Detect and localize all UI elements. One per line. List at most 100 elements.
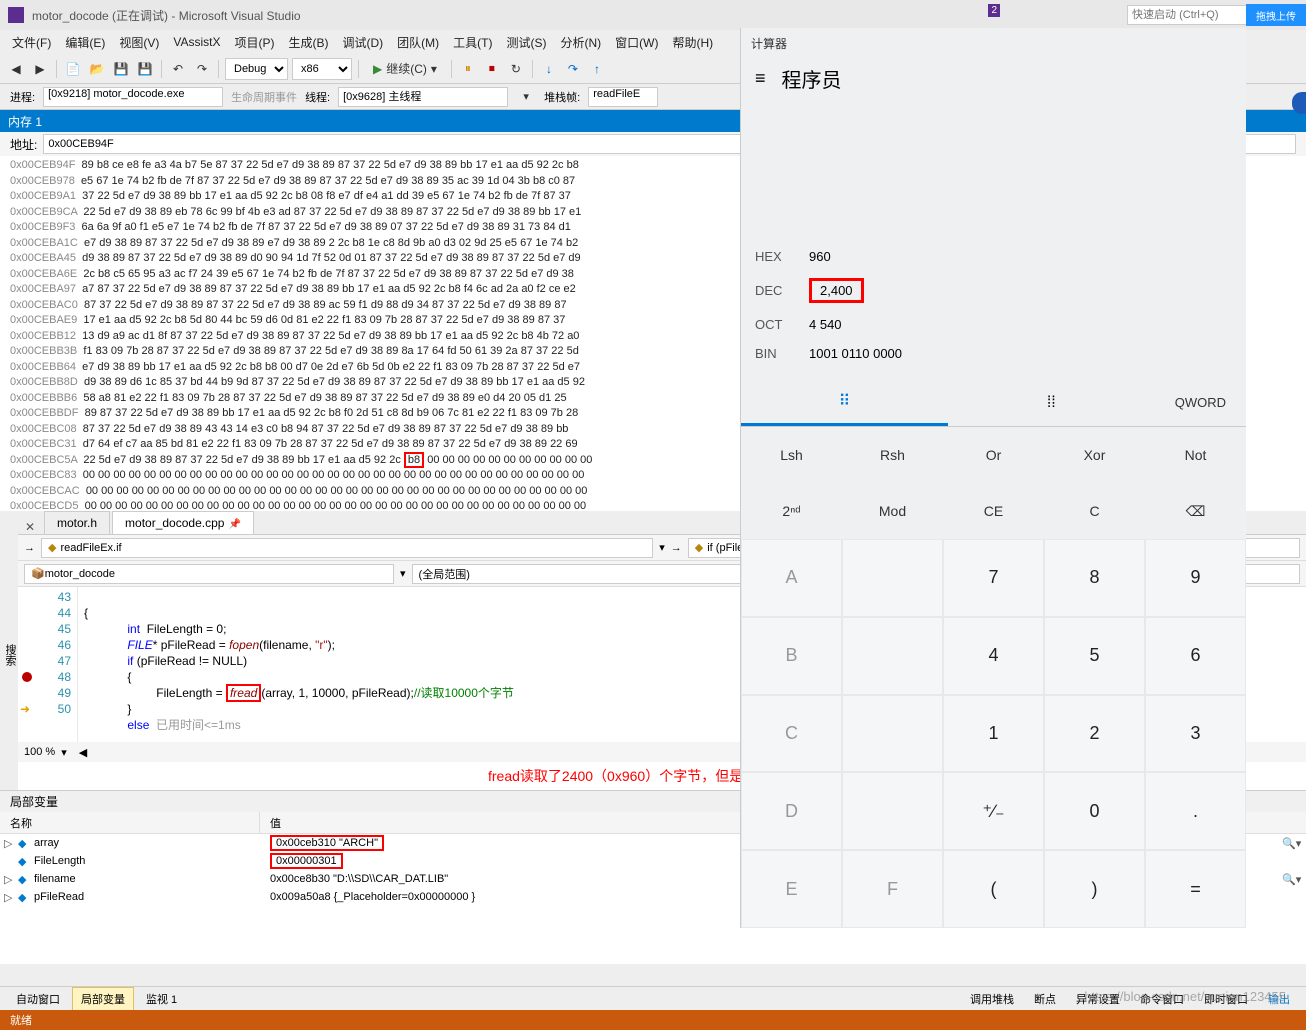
tab-callstack[interactable]: 调用堆栈 bbox=[962, 988, 1022, 1010]
calc-key[interactable]: = bbox=[1145, 850, 1246, 928]
process-select[interactable]: [0x9218] motor_docode.exe bbox=[43, 87, 223, 107]
calc-key[interactable]: 7 bbox=[943, 539, 1044, 617]
magnifier-icon[interactable]: 🔍▾ bbox=[1282, 837, 1302, 850]
step-into-icon[interactable]: ↓ bbox=[539, 59, 559, 79]
calc-key[interactable]: 2 bbox=[1044, 695, 1145, 773]
code-text[interactable]: { int FileLength = 0; FILE* pFileRead = … bbox=[78, 587, 520, 742]
nav-back-icon[interactable]: ◀ bbox=[6, 59, 26, 79]
expand-icon[interactable]: ▷ bbox=[4, 891, 18, 904]
menu-item[interactable]: 帮助(H) bbox=[666, 32, 719, 53]
stackframe-select[interactable]: readFileE bbox=[588, 87, 658, 107]
calc-key[interactable]: B bbox=[741, 617, 842, 695]
pin-icon[interactable]: 📌 bbox=[228, 519, 240, 530]
config-select[interactable]: Debug bbox=[225, 58, 288, 80]
func-button[interactable]: 2ⁿᵈ bbox=[741, 483, 842, 539]
menu-item[interactable]: 生成(B) bbox=[282, 32, 334, 53]
calc-key[interactable]: ) bbox=[1044, 850, 1145, 928]
menu-item[interactable]: 分析(N) bbox=[554, 32, 607, 53]
calc-key[interactable]: A bbox=[741, 539, 842, 617]
col-name[interactable]: 名称 bbox=[0, 812, 260, 833]
project-scope[interactable]: 📦 motor_docode bbox=[24, 564, 394, 584]
tab-locals[interactable]: 局部变量 bbox=[72, 987, 134, 1011]
menu-item[interactable]: 测试(S) bbox=[500, 32, 552, 53]
qword-button[interactable]: QWORD bbox=[1155, 379, 1246, 426]
bin-label[interactable]: BIN bbox=[755, 346, 789, 361]
bitop-button[interactable]: Or bbox=[943, 427, 1044, 483]
save-icon[interactable]: 💾 bbox=[111, 59, 131, 79]
magnifier-icon[interactable]: 🔍▾ bbox=[1282, 873, 1302, 886]
hex-label[interactable]: HEX bbox=[755, 249, 789, 264]
bitop-button[interactable]: Not bbox=[1145, 427, 1246, 483]
calc-key[interactable]: 0 bbox=[1044, 772, 1145, 850]
redo-icon[interactable]: ↷ bbox=[192, 59, 212, 79]
menu-item[interactable]: 窗口(W) bbox=[609, 32, 664, 53]
calc-key[interactable]: . bbox=[1145, 772, 1246, 850]
calc-key[interactable]: 5 bbox=[1044, 617, 1145, 695]
calc-key[interactable]: ( bbox=[943, 850, 1044, 928]
calc-key[interactable]: ⁺∕₋ bbox=[943, 772, 1044, 850]
zoom-level[interactable]: 100 % bbox=[24, 746, 55, 758]
step-over-icon[interactable]: ↷ bbox=[563, 59, 583, 79]
calc-key[interactable]: 6 bbox=[1145, 617, 1246, 695]
func-button[interactable]: Mod bbox=[842, 483, 943, 539]
dec-label[interactable]: DEC bbox=[755, 283, 789, 298]
new-icon[interactable]: 📄 bbox=[63, 59, 83, 79]
tab-motor-docode-cpp[interactable]: motor_docode.cpp📌 bbox=[112, 511, 254, 534]
keypad-view-button[interactable]: ⠿ bbox=[741, 379, 948, 426]
nav-scope-left[interactable]: ◆readFileEx.if bbox=[41, 538, 653, 558]
func-button[interactable]: C bbox=[1044, 483, 1145, 539]
calc-key[interactable]: 3 bbox=[1145, 695, 1246, 773]
bitop-button[interactable]: Rsh bbox=[842, 427, 943, 483]
menu-item[interactable]: 工具(T) bbox=[447, 32, 498, 53]
menu-item[interactable]: 调试(D) bbox=[336, 32, 389, 53]
open-icon[interactable]: 📂 bbox=[87, 59, 107, 79]
menu-item[interactable]: 编辑(E) bbox=[59, 32, 111, 53]
calc-key[interactable]: 8 bbox=[1044, 539, 1145, 617]
tab-breakpoints[interactable]: 断点 bbox=[1026, 988, 1064, 1010]
save-all-icon[interactable]: 💾 bbox=[135, 59, 155, 79]
bit-view-button[interactable]: ⁞⁞ bbox=[948, 379, 1155, 426]
calc-key[interactable]: 4 bbox=[943, 617, 1044, 695]
menu-item[interactable]: 项目(P) bbox=[228, 32, 280, 53]
filter-icon[interactable]: ▾ bbox=[516, 87, 536, 107]
func-button[interactable]: CE bbox=[943, 483, 1044, 539]
expand-icon[interactable]: ▷ bbox=[4, 837, 18, 850]
tab-watch1[interactable]: 监视 1 bbox=[138, 988, 185, 1010]
break-icon[interactable]: ⏸ bbox=[458, 59, 478, 79]
menu-item[interactable]: 文件(F) bbox=[6, 32, 57, 53]
undo-icon[interactable]: ↶ bbox=[168, 59, 188, 79]
breakpoint-icon[interactable] bbox=[22, 672, 32, 682]
nav-arrow-icon[interactable]: → bbox=[24, 542, 35, 554]
calc-key[interactable]: E bbox=[741, 850, 842, 928]
calc-key[interactable]: 9 bbox=[1145, 539, 1246, 617]
step-out-icon[interactable]: ↑ bbox=[587, 59, 607, 79]
platform-select[interactable]: x86 bbox=[292, 58, 352, 80]
restart-icon[interactable]: ↻ bbox=[506, 59, 526, 79]
search-sidebar-label[interactable]: 搜索 bbox=[0, 511, 18, 790]
window-title: motor_docode (正在调试) - Microsoft Visual S… bbox=[32, 7, 301, 24]
thread-select[interactable]: [0x9628] 主线程 bbox=[338, 87, 508, 107]
hamburger-icon[interactable]: ≡ bbox=[755, 68, 766, 89]
close-icon[interactable]: ✕ bbox=[18, 520, 42, 534]
expand-icon[interactable]: ▷ bbox=[4, 873, 18, 886]
calc-key[interactable]: C bbox=[741, 695, 842, 773]
calc-key[interactable]: 1 bbox=[943, 695, 1044, 773]
func-button[interactable]: ⌫ bbox=[1145, 483, 1246, 539]
tab-autos[interactable]: 自动窗口 bbox=[8, 988, 68, 1010]
nav-fwd-icon[interactable]: ▶ bbox=[30, 59, 50, 79]
nav-arrow-icon[interactable]: → bbox=[671, 542, 682, 554]
tab-motor-h[interactable]: motor.h bbox=[44, 511, 110, 534]
calc-key[interactable]: D bbox=[741, 772, 842, 850]
notification-badge[interactable]: 2 bbox=[988, 4, 1000, 17]
bitop-button[interactable]: Xor bbox=[1044, 427, 1145, 483]
calc-key[interactable]: F bbox=[842, 850, 943, 928]
menu-item[interactable]: 视图(V) bbox=[113, 32, 165, 53]
bitop-button[interactable]: Lsh bbox=[741, 427, 842, 483]
menu-item[interactable]: 团队(M) bbox=[391, 32, 445, 53]
stop-icon[interactable]: ⏹ bbox=[482, 59, 502, 79]
menu-item[interactable]: VAssistX bbox=[167, 33, 226, 51]
continue-button[interactable]: ▶继续(C)▾ bbox=[365, 58, 445, 79]
side-handle-icon[interactable] bbox=[1292, 92, 1306, 114]
oct-label[interactable]: OCT bbox=[755, 317, 789, 332]
cloud-upload-widget[interactable]: 拖拽上传 bbox=[1246, 4, 1306, 26]
